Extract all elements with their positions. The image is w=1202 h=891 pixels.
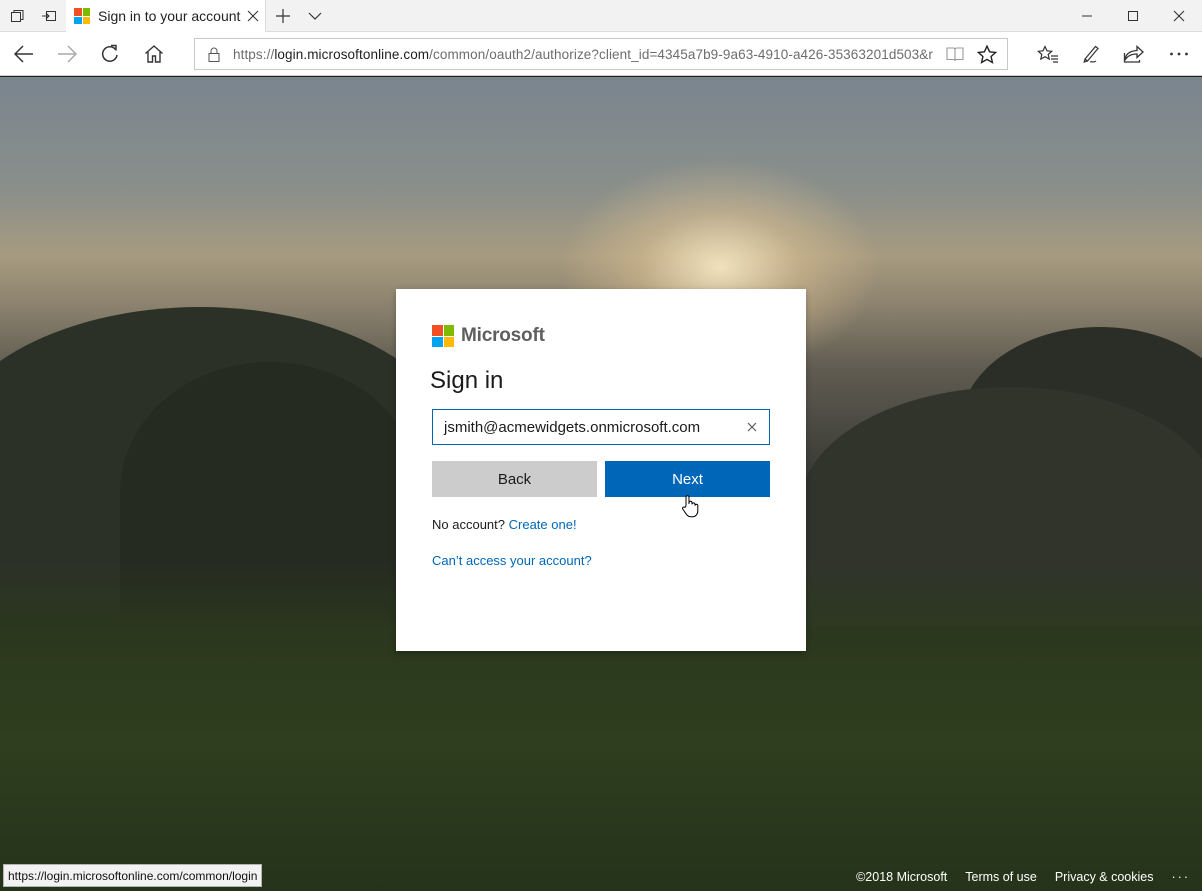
maximize-icon[interactable] (1110, 0, 1156, 32)
footer-more-icon[interactable]: ··· (1172, 870, 1191, 884)
cant-access-row: Can’t access your account? (432, 553, 592, 568)
set-tabs-aside-icon[interactable] (32, 0, 66, 32)
url-host: login.microsoftonline.com (274, 46, 430, 62)
forward-arrow-icon[interactable] (45, 32, 89, 76)
microsoft-logo-icon (74, 8, 90, 24)
privacy-link[interactable]: Privacy & cookies (1055, 870, 1154, 884)
browser-navbar: https://login.microsoftonline.com/common… (0, 32, 1202, 76)
email-value[interactable]: jsmith@acmewidgets.onmicrosoft.com (433, 419, 735, 436)
cant-access-link[interactable]: Can’t access your account? (432, 553, 592, 568)
share-icon[interactable] (1112, 32, 1156, 76)
no-account-row: No account? Create one! (432, 517, 577, 532)
tab-close-icon[interactable] (240, 0, 265, 32)
refresh-icon[interactable] (88, 32, 132, 76)
no-account-text: No account? (432, 517, 505, 532)
tab-title: Sign in to your account (98, 8, 241, 24)
microsoft-squares-icon (432, 325, 454, 347)
minimize-icon[interactable] (1064, 0, 1110, 32)
active-tab[interactable]: Sign in to your account (66, 0, 266, 32)
web-note-pen-icon[interactable] (1069, 32, 1113, 76)
url-path: /common/oauth2/authorize?client_id=4345a… (429, 46, 933, 62)
settings-more-icon[interactable] (1157, 32, 1201, 76)
page-footer: ©2018 Microsoft Terms of use Privacy & c… (856, 864, 1202, 890)
lock-icon[interactable] (195, 47, 233, 62)
status-bar-url: https://login.microsoftonline.com/common… (3, 864, 263, 887)
back-arrow-icon[interactable] (2, 32, 46, 76)
clear-input-icon[interactable] (735, 410, 769, 444)
url-prefix: https:// (233, 46, 275, 62)
tab-actions-icon[interactable] (0, 0, 34, 32)
favorites-hub-icon[interactable] (1026, 32, 1070, 76)
new-tab-icon[interactable] (266, 0, 300, 32)
tab-preview-chevron-icon[interactable] (298, 0, 332, 32)
browser-titlebar: Sign in to your account (0, 0, 1202, 32)
next-button[interactable]: Next (605, 461, 770, 497)
email-field[interactable]: jsmith@acmewidgets.onmicrosoft.com (432, 409, 770, 445)
hand-pointer-icon (682, 495, 699, 518)
reading-view-icon[interactable] (939, 39, 971, 69)
page-title: Sign in (430, 367, 504, 394)
create-account-link[interactable]: Create one! (509, 517, 577, 532)
window-close-icon[interactable] (1156, 0, 1202, 32)
address-bar[interactable]: https://login.microsoftonline.com/common… (194, 38, 1008, 70)
microsoft-logo: Microsoft (432, 325, 545, 347)
signin-card: Microsoft Sign in jsmith@acmewidgets.onm… (396, 289, 806, 651)
back-button[interactable]: Back (432, 461, 597, 497)
address-url[interactable]: https://login.microsoftonline.com/common… (233, 47, 933, 62)
home-icon[interactable] (132, 32, 176, 76)
brand-name: Microsoft (461, 325, 545, 346)
copyright-text: ©2018 Microsoft (856, 870, 948, 884)
favorite-star-icon[interactable] (971, 39, 1003, 69)
terms-link[interactable]: Terms of use (965, 870, 1037, 884)
